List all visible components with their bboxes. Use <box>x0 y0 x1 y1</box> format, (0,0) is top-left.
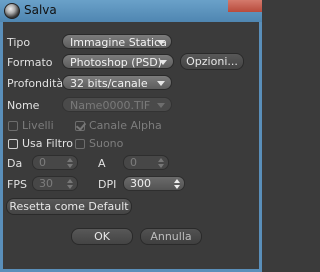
da-label: Da <box>7 157 23 170</box>
fps-stepper[interactable]: 30 <box>32 176 78 191</box>
a-stepper[interactable]: 0 <box>123 155 169 170</box>
close-button[interactable] <box>228 0 262 12</box>
chevron-down-icon <box>157 81 165 86</box>
dpi-label: DPI <box>98 178 117 191</box>
chevron-down-icon <box>157 103 165 108</box>
arrow-down-icon <box>67 185 73 189</box>
app-icon <box>4 3 20 19</box>
a-value: 0 <box>130 156 137 169</box>
a-label: A <box>98 157 106 170</box>
canale-alpha-checkbox[interactable] <box>75 120 87 131</box>
arrow-up-icon <box>158 158 164 162</box>
nome-value: Name0000.TIF <box>70 99 151 112</box>
nome-select[interactable]: Name0000.TIF <box>62 97 172 112</box>
tipo-select[interactable]: Immagine Statica <box>62 34 172 49</box>
window-title: Salva <box>24 3 57 17</box>
dpi-value: 300 <box>130 177 151 190</box>
fps-value: 30 <box>39 177 53 190</box>
chevron-down-icon <box>159 60 167 65</box>
profondita-value: 32 bits/canale <box>70 77 148 90</box>
da-stepper[interactable]: 0 <box>32 155 78 170</box>
usa-filtro-checkbox[interactable] <box>8 139 18 149</box>
fps-label: FPS <box>7 178 27 191</box>
checkmark-icon <box>75 120 87 131</box>
arrow-up-icon <box>67 179 73 183</box>
da-value: 0 <box>39 156 46 169</box>
window-frame-right <box>259 22 262 272</box>
formato-label: Formato <box>7 56 53 69</box>
tipo-label: Tipo <box>7 36 31 49</box>
reset-default-button[interactable]: Resetta come Default <box>6 198 132 215</box>
cancel-button[interactable]: Annulla <box>140 228 202 245</box>
arrow-up-icon <box>67 158 73 162</box>
suono-label: Suono <box>89 137 124 150</box>
chevron-down-icon <box>157 40 165 45</box>
livelli-label: Livelli <box>22 119 54 132</box>
window-frame-left <box>0 22 3 272</box>
title-bar: Salva <box>0 0 262 22</box>
tipo-value: Immagine Statica <box>70 36 167 49</box>
opzioni-button[interactable]: Opzioni... <box>180 53 244 70</box>
arrow-down-icon <box>158 164 164 168</box>
livelli-checkbox[interactable] <box>8 121 18 131</box>
arrow-down-icon <box>174 185 180 189</box>
profondita-label: Profondità <box>7 77 64 90</box>
ok-button[interactable]: OK <box>71 228 133 245</box>
formato-select[interactable]: Photoshop (PSD) <box>62 54 174 69</box>
profondita-select[interactable]: 32 bits/canale <box>62 75 172 90</box>
arrow-up-icon <box>174 179 180 183</box>
dpi-stepper[interactable]: 300 <box>123 176 185 191</box>
arrow-down-icon <box>67 164 73 168</box>
suono-checkbox[interactable] <box>75 139 85 149</box>
usa-filtro-label: Usa Filtro <box>22 137 73 150</box>
canale-alpha-label: Canale Alpha <box>89 119 162 132</box>
nome-label: Nome <box>7 99 40 112</box>
formato-value: Photoshop (PSD) <box>70 56 162 69</box>
